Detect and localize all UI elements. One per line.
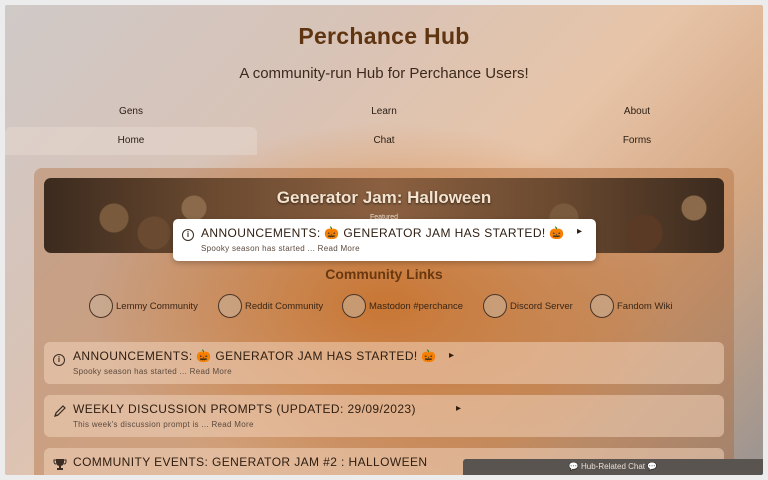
community-link-discord[interactable]: Discord Server — [483, 293, 573, 319]
community-link-fandom[interactable]: Fandom Wiki — [590, 293, 672, 319]
post-excerpt: This week's discussion prompt is ... Rea… — [73, 420, 254, 429]
nav-row-2: Home Chat Forms — [5, 127, 763, 155]
discord-icon — [483, 294, 507, 318]
community-link-reddit[interactable]: Reddit Community — [218, 293, 323, 319]
community-link-label: Reddit Community — [245, 300, 324, 312]
community-link-mastodon[interactable]: Mastodon #perchance — [342, 293, 463, 319]
post-card-weekly-prompts[interactable]: WEEKLY DISCUSSION PROMPTS (UPDATED: 29/0… — [44, 395, 724, 437]
nav-chat[interactable]: Chat — [258, 127, 510, 155]
post-card-announcements[interactable]: i ANNOUNCEMENTS: 🎃 GENERATOR JAM HAS STA… — [44, 342, 724, 384]
play-arrow-icon[interactable]: ▸ — [456, 403, 461, 414]
fandom-icon — [590, 294, 614, 318]
site-title: Perchance Hub — [298, 23, 470, 49]
post-heading: ANNOUNCEMENTS: 🎃 GENERATOR JAM HAS START… — [73, 349, 437, 363]
lemmy-icon — [89, 294, 113, 318]
info-icon: i — [53, 354, 65, 366]
nav-row-1: Gens Learn About — [5, 98, 763, 126]
nav-gens[interactable]: Gens — [5, 98, 257, 126]
community-link-label: Lemmy Community — [116, 300, 198, 312]
announcement-popup[interactable]: i ANNOUNCEMENTS: 🎃 GENERATOR JAM HAS STA… — [173, 219, 596, 261]
banner-title: Generator Jam: Halloween — [276, 188, 492, 207]
trophy-icon — [53, 457, 67, 471]
play-arrow-icon[interactable]: ▸ — [577, 226, 582, 237]
nav-forms[interactable]: Forms — [511, 127, 763, 155]
play-arrow-icon[interactable]: ▸ — [449, 350, 454, 361]
popup-excerpt: Spooky season has started ... Read More — [201, 244, 360, 253]
mastodon-icon — [342, 294, 366, 318]
info-icon: i — [182, 229, 194, 241]
pencil-icon — [53, 404, 67, 418]
reddit-icon — [218, 294, 242, 318]
popup-heading: ANNOUNCEMENTS: 🎃 GENERATOR JAM HAS START… — [201, 226, 565, 240]
post-heading: WEEKLY DISCUSSION PROMPTS (UPDATED: 29/0… — [73, 402, 416, 416]
post-excerpt: Spooky season has started ... Read More — [73, 367, 232, 376]
hub-chat-bar[interactable]: 💬 Hub-Related Chat 💬 — [463, 459, 763, 475]
site-subtitle: A community-run Hub for Perchance Users! — [239, 65, 529, 82]
page-frame: Perchance Hub A community-run Hub for Pe… — [5, 5, 763, 475]
community-link-label: Mastodon #perchance — [369, 300, 464, 312]
community-link-label: Discord Server — [510, 300, 573, 312]
post-heading: COMMUNITY EVENTS: GENERATOR JAM #2 : HAL… — [73, 455, 428, 469]
nav-learn[interactable]: Learn — [258, 98, 510, 126]
community-links-title: Community Links — [325, 266, 443, 282]
community-link-label: Fandom Wiki — [617, 300, 673, 312]
nav-home[interactable]: Home — [5, 127, 257, 155]
nav-about[interactable]: About — [511, 98, 763, 126]
community-link-lemmy[interactable]: Lemmy Community — [89, 293, 198, 319]
